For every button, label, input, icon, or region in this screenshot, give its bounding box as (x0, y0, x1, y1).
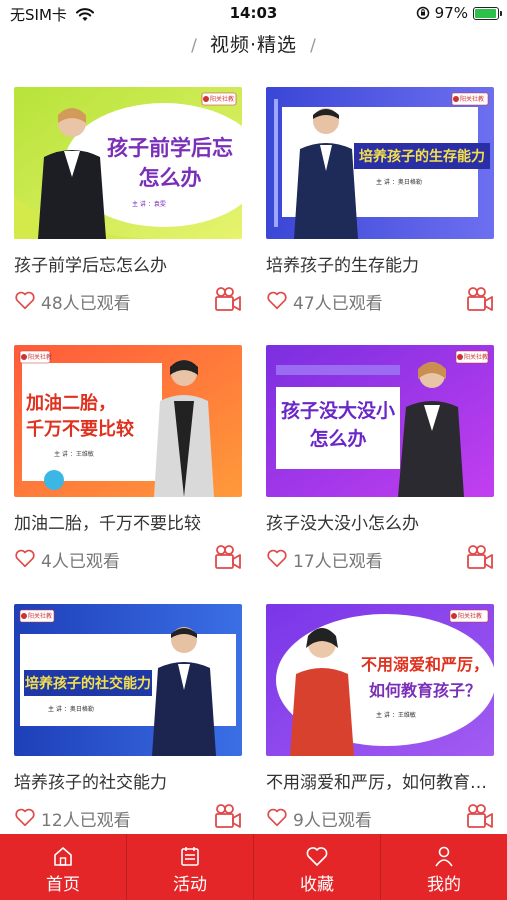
tab-favorites-label: 收藏 (300, 875, 334, 895)
video-meta: 48人已观看 (14, 287, 242, 317)
thumb-speaker: 主 讲 ：王维敏 (376, 712, 416, 719)
heart-icon[interactable] (266, 806, 288, 828)
thumb-speaker: 主 讲 ：奥日格勒 (376, 179, 422, 186)
view-count: 47人已观看 (293, 294, 383, 314)
thumb-brand: 阳关社教 (210, 96, 235, 103)
heart-icon[interactable] (14, 806, 36, 828)
view-count: 9人已观看 (293, 811, 372, 831)
video-meta: 9人已观看 (266, 804, 494, 834)
video-camera-icon[interactable] (466, 544, 494, 570)
video-title[interactable]: 孩子没大没小怎么办 (266, 509, 494, 534)
battery-icon (473, 6, 502, 20)
page-title: 视频·精选 (209, 34, 298, 56)
home-icon (54, 847, 72, 866)
heart-icon[interactable] (266, 289, 288, 311)
heart-icon (306, 847, 328, 866)
thumb-caption: 孩子前学后忘 怎么办 (107, 136, 233, 190)
user-icon (435, 846, 453, 867)
video-meta: 12人已观看 (14, 804, 242, 834)
thumb-speaker: 主 讲 ：袁雯 (310, 461, 344, 468)
video-title[interactable]: 培养孩子的社交能力 (14, 768, 242, 793)
header-slash-right: / (310, 36, 316, 56)
video-title[interactable]: 加油二胎，千万不要比较 (14, 509, 242, 534)
thumb-speaker: 主 讲 ：奥日格勒 (48, 706, 94, 713)
video-camera-icon[interactable] (214, 286, 242, 312)
heart-icon[interactable] (14, 289, 36, 311)
page-header: / 视频·精选 / (0, 30, 507, 66)
tab-home-label: 首页 (46, 875, 80, 895)
video-camera-icon[interactable] (214, 803, 242, 829)
tab-activity[interactable]: 活动 (127, 834, 254, 900)
thumb-caption: 培养孩子的生存能力 (354, 143, 490, 169)
tab-mine-label: 我的 (427, 875, 461, 895)
thumb-caption: 不用溺爱和严厉， 如何教育孩子？ (360, 655, 489, 700)
view-count: 17人已观看 (293, 552, 383, 572)
video-meta: 17人已观看 (266, 545, 494, 575)
video-camera-icon[interactable] (466, 286, 494, 312)
thumb-caption: 培养孩子的社交能力 (24, 670, 152, 696)
thumb-speaker: 主 讲 ：袁雯 (132, 201, 166, 208)
video-thumbnail[interactable]: 孩子没大没小 怎么办 阳关社教 主 讲 ：袁雯 (266, 345, 494, 497)
video-thumbnail[interactable]: 加油二胎， 千万不要比较 阳关社教 主 讲 ：王维敏 (14, 345, 242, 497)
tab-mine[interactable]: 我的 (381, 834, 507, 900)
view-count: 4人已观看 (41, 552, 120, 572)
video-thumbnail[interactable]: 培养孩子的社交能力 阳关社教 主 讲 ：奥日格勒 (14, 604, 242, 756)
view-count: 12人已观看 (41, 811, 131, 831)
header-slash-left: / (191, 36, 197, 56)
thumb-brand: 阳关社教 (28, 354, 53, 361)
thumb-brand: 阳关社教 (464, 354, 489, 361)
tab-activity-label: 活动 (173, 875, 207, 895)
bottom-tab-bar: 首页 活动 收藏 我的 (0, 834, 507, 900)
video-thumbnail[interactable]: 孩子前学后忘 怎么办 阳关社教 主 讲 ：袁雯 (14, 87, 242, 239)
thumb-caption: 加油二胎， 千万不要比较 (26, 393, 134, 440)
video-camera-icon[interactable] (214, 544, 242, 570)
thumb-caption: 孩子没大没小 怎么办 (280, 400, 395, 450)
battery-percent: 97% (434, 4, 468, 22)
video-thumbnail[interactable]: 不用溺爱和严厉， 如何教育孩子？ 阳关社教 主 讲 ：王维敏 (266, 604, 494, 756)
tab-favorites[interactable]: 收藏 (254, 834, 381, 900)
video-meta: 4人已观看 (14, 545, 242, 575)
tab-home[interactable]: 首页 (0, 834, 127, 900)
video-meta: 47人已观看 (266, 287, 494, 317)
heart-icon[interactable] (14, 547, 36, 569)
thumb-speaker: 主 讲 ：王维敏 (54, 451, 94, 458)
thumb-brand: 阳关社教 (458, 613, 483, 620)
heart-icon[interactable] (266, 547, 288, 569)
calendar-icon (181, 847, 199, 866)
orientation-lock-icon (416, 6, 429, 20)
video-title[interactable]: 不用溺爱和严厉，如何教育孩子？ (266, 768, 494, 793)
video-thumbnail[interactable]: 培养孩子的生存能力 阳关社教 主 讲 ：奥日格勒 (266, 87, 494, 239)
status-right: 97% (416, 4, 502, 22)
thumb-brand: 阳关社教 (460, 96, 485, 103)
view-count: 48人已观看 (41, 294, 131, 314)
video-camera-icon[interactable] (466, 803, 494, 829)
video-title[interactable]: 培养孩子的生存能力 (266, 251, 494, 276)
thumb-brand: 阳关社教 (28, 613, 53, 620)
status-bar: 无SIM卡 14:03 97% (0, 0, 507, 26)
video-title[interactable]: 孩子前学后忘怎么办 (14, 251, 242, 276)
